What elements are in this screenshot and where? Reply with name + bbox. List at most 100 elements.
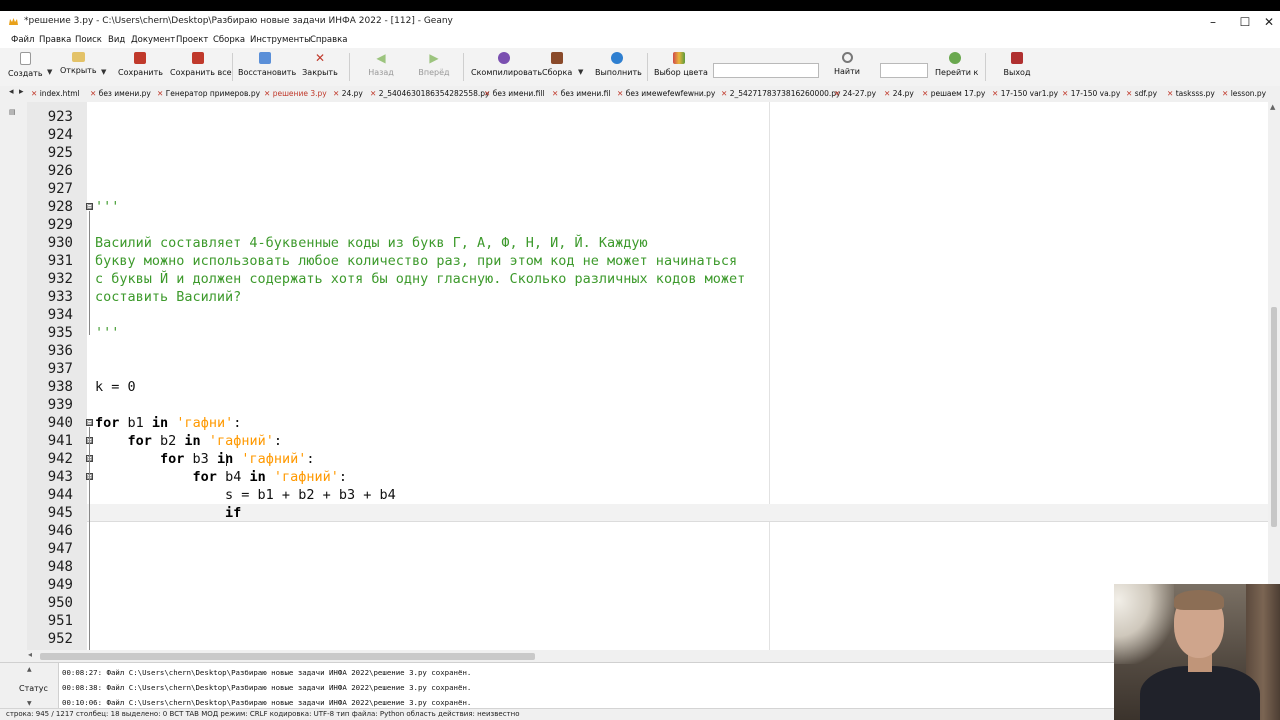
menu-search[interactable]: Поиск	[75, 35, 102, 45]
new-file-icon	[19, 52, 31, 65]
toolbar-separator	[647, 53, 648, 81]
keyword: in	[249, 469, 266, 485]
new-file-dropdown-icon[interactable]: ▼	[47, 68, 52, 76]
status-bar: строка: 945 / 1217 столбец: 18 выделено:…	[0, 708, 1280, 720]
goto-line-input[interactable]	[880, 63, 928, 78]
horizontal-scroll-thumb[interactable]	[40, 653, 535, 660]
build-button[interactable]: Сборка	[542, 50, 572, 84]
tab-2-5427178[interactable]: ✕ 2_5427178373816260000.py	[721, 89, 840, 98]
execute-button[interactable]: Выполнить	[595, 50, 642, 84]
close-window-button[interactable]: ✕	[1258, 11, 1280, 33]
tab-label: lesson.py	[1230, 89, 1267, 98]
tab-24-27-py[interactable]: ✕ 24-27.py	[834, 89, 876, 98]
tab-lesson-py[interactable]: ✕ lesson.py	[1222, 89, 1266, 98]
toolbar-separator	[985, 53, 986, 81]
search-input[interactable]	[713, 63, 819, 78]
menu-project[interactable]: Проект	[176, 35, 208, 45]
tab-up-arrow-icon[interactable]: ▲	[27, 666, 32, 673]
quit-button[interactable]: Выход	[1001, 50, 1033, 84]
title-bar: *решение 3.py - C:\Users\chern\Desktop\Р…	[0, 11, 1280, 33]
menu-document[interactable]: Документ	[131, 35, 175, 45]
fold-marker-icon[interactable]: ⊟	[86, 203, 93, 211]
tab-label: 17-150 var1.py	[1000, 89, 1059, 98]
menu-build[interactable]: Сборка	[213, 35, 245, 45]
scroll-up-icon[interactable]: ▲	[1270, 103, 1275, 111]
build-dropdown-icon[interactable]: ▼	[578, 68, 583, 76]
keyword: for	[160, 451, 185, 467]
save-all-button[interactable]: Сохранить все	[170, 50, 232, 84]
line-number: 932	[47, 271, 73, 287]
tab-index-html[interactable]: ✕ index.html	[31, 89, 80, 98]
tab-status[interactable]: ▲ Статус ▼	[0, 663, 59, 709]
tabs-scroll-left-icon[interactable]: ◂	[9, 87, 14, 97]
menu-file[interactable]: Файл	[11, 35, 34, 45]
webcam-person-hair	[1174, 590, 1224, 610]
save-button[interactable]: Сохранить	[118, 50, 163, 84]
horizontal-scrollbar[interactable]: ◂	[0, 650, 1280, 662]
tab-17-150-va[interactable]: ✕ 17-150 va.py	[1062, 89, 1120, 98]
line-number: 945	[47, 505, 73, 521]
menu-edit[interactable]: Правка	[39, 35, 71, 45]
scroll-left-icon[interactable]: ◂	[28, 650, 32, 659]
tab-label: 24-27.py	[842, 89, 877, 98]
tab-tasksss-py[interactable]: ✕ tasksss.py	[1167, 89, 1215, 98]
open-file-button[interactable]: Открыть	[60, 50, 97, 84]
goto-button[interactable]: Перейти к	[935, 50, 978, 84]
vertical-scrollbar[interactable]: ▲	[1268, 102, 1280, 650]
code-line-942: for b3 in 'гафний':	[95, 450, 314, 468]
code-line-938: k = 0	[95, 379, 136, 395]
tab-bez-imeni-fill[interactable]: ✕ без имени.fill	[484, 89, 545, 98]
build-label: Сборка	[542, 68, 573, 77]
close-file-button[interactable]: ✕ Закрыть	[302, 50, 338, 84]
tab-reshenie-3-active[interactable]: ✕ решение 3.py	[264, 89, 327, 98]
code-line-930: Василий составляет 4-буквенные коды из б…	[95, 235, 648, 251]
tab-17-150-var1[interactable]: ✕ 17-150 var1.py	[992, 89, 1058, 98]
string-literal: 'гафний'	[273, 469, 339, 485]
identifier: b4	[216, 469, 250, 485]
line-number: 949	[47, 577, 73, 593]
find-label: Найти	[834, 67, 860, 76]
toolbar: Создать ▼ Открыть ▼ Сохранить Сохранить …	[0, 48, 1280, 87]
tabs-scroll-right-icon[interactable]: ▸	[19, 87, 24, 97]
code-line-935: '''	[95, 325, 120, 341]
menu-view[interactable]: Вид	[108, 35, 125, 45]
fold-marker-icon[interactable]: ⊟	[86, 419, 93, 427]
new-file-button[interactable]: Создать	[8, 50, 43, 84]
menu-tools[interactable]: Инструменты	[250, 35, 311, 45]
webcam-overlay	[1114, 584, 1280, 720]
maximize-button[interactable]: ☐	[1228, 11, 1262, 33]
tab-24-py-2[interactable]: ✕ 24.py	[884, 89, 914, 98]
compile-button[interactable]: Скомпилировать	[471, 50, 543, 84]
tab-down-arrow-icon[interactable]: ▼	[27, 700, 32, 707]
vertical-scroll-thumb[interactable]	[1271, 307, 1277, 527]
tab-sdf-py[interactable]: ✕ sdf.py	[1126, 89, 1157, 98]
compile-label: Скомпилировать	[471, 68, 543, 77]
code-editor[interactable]: ▤ 923 924 925 926 927 928 929 930 931 93…	[0, 102, 1280, 650]
code-line-940: for b1 in 'гафни':	[95, 414, 241, 432]
minimize-button[interactable]: –	[1196, 11, 1230, 33]
tab-bez-imeni-fil[interactable]: ✕ без имени.fil	[552, 89, 610, 98]
tab-reshaem-17[interactable]: ✕ решаем 17.py	[922, 89, 985, 98]
code-line-943: for b4 in 'гафний':	[95, 468, 347, 486]
geany-app-icon	[9, 18, 18, 25]
line-number: 937	[47, 361, 73, 377]
sidebar-toggle-icon[interactable]: ▤	[9, 108, 16, 116]
color-chooser-button[interactable]: Выбор цвета	[654, 50, 708, 84]
tab-24-py[interactable]: ✕ 24.py	[333, 89, 363, 98]
open-file-dropdown-icon[interactable]: ▼	[101, 68, 106, 76]
forward-button[interactable]: ▶ Вперёд	[418, 50, 450, 84]
tab-bez-imewefewfewni[interactable]: ✕ без имеwefewfewни.py	[617, 89, 715, 98]
line-number: 938	[47, 379, 73, 395]
document-tabs: ◂ ▸ ✕ index.html ✕ без имени.py ✕ Генера…	[0, 86, 1280, 103]
tab-bez-imeni-py[interactable]: ✕ без имени.py	[90, 89, 151, 98]
line-number: 939	[47, 397, 73, 413]
tab-2-5404630[interactable]: ✕ 2_5404630186354282558.py	[370, 89, 489, 98]
find-button[interactable]: Найти	[832, 50, 862, 84]
menu-help[interactable]: Справка	[310, 35, 347, 45]
tab-generator[interactable]: ✕ Генератор примеров.py	[157, 89, 260, 98]
line-number: 946	[47, 523, 73, 539]
line-number: 943	[47, 469, 73, 485]
revert-button[interactable]: Восстановить	[238, 50, 296, 84]
toolbar-separator	[349, 53, 350, 81]
back-button[interactable]: ◀ Назад	[367, 50, 395, 84]
